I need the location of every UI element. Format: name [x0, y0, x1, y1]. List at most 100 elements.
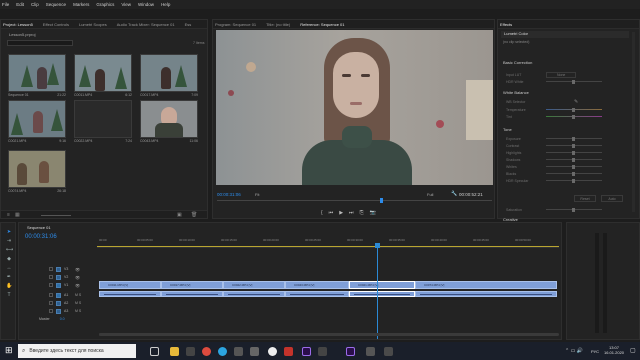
- shadows-slider[interactable]: [546, 157, 602, 162]
- playhead[interactable]: [375, 243, 380, 339]
- auto-button[interactable]: Auto: [601, 195, 623, 202]
- tab-reference[interactable]: Reference: Sequence 01: [300, 22, 344, 27]
- export-frame-icon[interactable]: 📷: [370, 210, 376, 216]
- master-volume[interactable]: 0.0: [60, 317, 65, 321]
- zoom-slider[interactable]: [41, 215, 71, 216]
- app-icon[interactable]: [384, 347, 393, 356]
- yandex-icon[interactable]: [268, 347, 277, 356]
- eye-icon[interactable]: 👁: [75, 275, 80, 280]
- exposure-slider[interactable]: [546, 136, 602, 141]
- track-select-icon[interactable]: ⇥: [6, 238, 12, 244]
- fit-dropdown[interactable]: Fit: [255, 192, 259, 197]
- lumetri-tab[interactable]: Lumetri Color: [501, 31, 528, 36]
- menu-help[interactable]: Help: [161, 2, 170, 7]
- hdr-specular-slider[interactable]: [546, 178, 602, 183]
- track-target[interactable]: [56, 292, 61, 298]
- tab-ess[interactable]: Ess: [185, 22, 192, 27]
- app-icon[interactable]: [234, 347, 243, 356]
- reset-button[interactable]: Reset: [574, 195, 596, 202]
- telegram-icon[interactable]: [218, 347, 227, 356]
- task-view-icon[interactable]: [150, 347, 159, 356]
- menu-markers[interactable]: Markers: [73, 2, 89, 7]
- timeline-scrollbar[interactable]: [99, 333, 559, 336]
- scrubber-playhead[interactable]: [380, 198, 383, 203]
- audio-clip[interactable]: [415, 291, 557, 297]
- tab-title[interactable]: Title: (no title): [266, 22, 290, 27]
- video-clip[interactable]: C0011.MP4 [V]: [99, 281, 161, 289]
- menu-clip[interactable]: Clip: [31, 2, 39, 7]
- lock-toggle[interactable]: [49, 283, 53, 287]
- menu-view[interactable]: View: [121, 2, 131, 7]
- video-clip[interactable]: C0043.MP4 [V]: [285, 281, 349, 289]
- section-tone[interactable]: Tone: [503, 127, 512, 132]
- lock-toggle[interactable]: [49, 293, 53, 297]
- audio-clip[interactable]: [161, 291, 223, 297]
- insert-icon[interactable]: ⎘: [360, 210, 364, 216]
- playhead-handle[interactable]: [375, 243, 380, 248]
- monitor-timecode[interactable]: 00:00:31:06: [217, 192, 241, 197]
- play-icon[interactable]: ▶: [339, 210, 343, 216]
- system-tray-icons[interactable]: ⌃ ▭ 🔊: [565, 348, 583, 354]
- eye-icon[interactable]: 👁: [75, 267, 80, 272]
- track-target[interactable]: [56, 266, 61, 272]
- section-basic-correction[interactable]: Basic Correction: [503, 60, 532, 65]
- eyedropper-icon[interactable]: ✎: [574, 99, 578, 105]
- monitor-scrubber[interactable]: [217, 198, 492, 203]
- notifications-icon[interactable]: ▢: [630, 347, 636, 354]
- pen-tool-icon[interactable]: ✒: [6, 274, 12, 280]
- sequence-tab[interactable]: Sequence 01: [27, 225, 51, 230]
- video-clip[interactable]: C0021.MP4 [V]: [349, 281, 415, 289]
- tab-audio-mixer[interactable]: Audio Track Mixer: Sequence 01: [117, 22, 175, 27]
- icon-view-icon[interactable]: ▦: [15, 212, 20, 218]
- tab-lumetri-scopes[interactable]: Lumetri Scopes: [79, 22, 107, 27]
- whites-slider[interactable]: [546, 164, 602, 169]
- project-item[interactable]: C0011.MP4 6:12: [74, 54, 132, 100]
- menu-graphics[interactable]: Graphics: [96, 2, 114, 7]
- menu-window[interactable]: Window: [138, 2, 154, 7]
- ripple-edit-icon[interactable]: ⟷: [6, 247, 13, 253]
- new-item-icon[interactable]: ▣: [177, 212, 182, 218]
- contrast-slider[interactable]: [546, 143, 602, 148]
- project-item[interactable]: C0021.MP4 9:16: [8, 100, 66, 146]
- lock-toggle[interactable]: [49, 309, 53, 313]
- audio-clip[interactable]: [223, 291, 285, 297]
- tab-effects[interactable]: Effects: [500, 22, 512, 27]
- eye-icon[interactable]: 👁: [75, 283, 80, 288]
- mute-button[interactable]: M S: [75, 309, 81, 313]
- timeline-timecode[interactable]: 00:00:31:06: [25, 234, 57, 240]
- app-icon[interactable]: [284, 347, 293, 356]
- tab-program[interactable]: Program: Sequence 01: [215, 22, 256, 27]
- app-icon[interactable]: [186, 347, 195, 356]
- section-white-balance[interactable]: White Balance: [503, 90, 529, 95]
- track-target[interactable]: [56, 300, 61, 306]
- taskbar-search-input[interactable]: ⌕ Введите здесь текст для поиска: [18, 344, 136, 358]
- clock[interactable]: 13:07 16.01.2020: [604, 345, 624, 355]
- highlights-slider[interactable]: [546, 150, 602, 155]
- slip-tool-icon[interactable]: ↔: [6, 265, 12, 271]
- step-forward-icon[interactable]: ⏭: [349, 210, 354, 216]
- premiere-pro-active-icon[interactable]: [346, 347, 355, 356]
- tint-slider[interactable]: [546, 114, 602, 119]
- video-clip[interactable]: C0074.MP4 [V]: [415, 281, 557, 289]
- list-view-icon[interactable]: ≡: [7, 212, 10, 218]
- mute-button[interactable]: M S: [75, 301, 81, 305]
- audio-clip[interactable]: [349, 291, 415, 297]
- project-search-input[interactable]: [7, 40, 73, 46]
- track-target[interactable]: [56, 282, 61, 288]
- video-frame[interactable]: [216, 30, 493, 185]
- razor-tool-icon[interactable]: ◆: [6, 256, 12, 262]
- trash-icon[interactable]: 🗑: [191, 212, 197, 218]
- track-target[interactable]: [56, 308, 61, 314]
- audio-clip[interactable]: [285, 291, 349, 297]
- hdr-white-slider[interactable]: [546, 79, 602, 84]
- language-indicator[interactable]: РУС: [591, 349, 599, 354]
- windows-start-icon[interactable]: ⊞: [5, 345, 13, 356]
- wrench-icon[interactable]: 🔧: [451, 191, 457, 197]
- video-clip[interactable]: C0022.MP4 [V]: [223, 281, 285, 289]
- lock-toggle[interactable]: [49, 267, 53, 271]
- work-area-bar[interactable]: [97, 246, 559, 247]
- effects-scrollbar[interactable]: [632, 32, 635, 212]
- project-item[interactable]: Sequence 01 21:22: [8, 54, 66, 100]
- project-item[interactable]: C0074.MP4 26:18: [8, 150, 66, 196]
- app-icon[interactable]: [250, 347, 259, 356]
